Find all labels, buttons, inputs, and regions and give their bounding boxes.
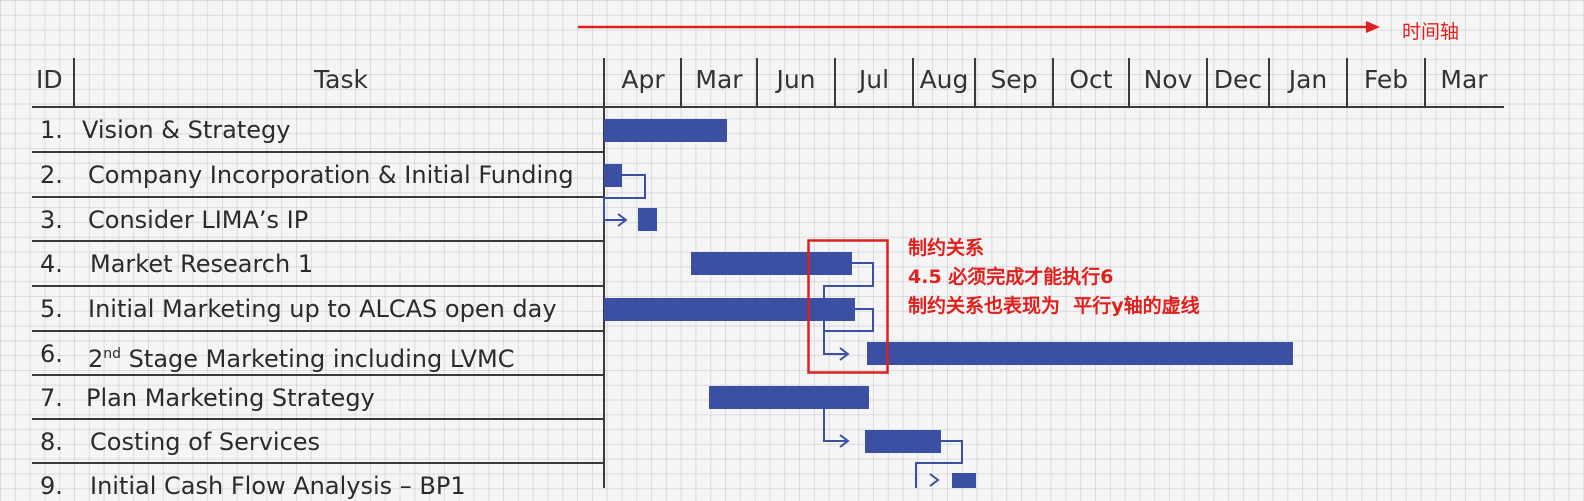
task-bar-8: [865, 430, 941, 453]
gantt-chart: [603, 119, 1293, 488]
task-bar-4: [691, 252, 852, 275]
task-bar-3: [638, 208, 657, 231]
task-bar-9: [952, 473, 976, 488]
task-bar-6: [867, 342, 1293, 365]
task-bar-2: [604, 164, 622, 187]
task-bar-1: [604, 119, 727, 142]
task-bar-5: [604, 298, 855, 321]
annotation-line-1: 制约关系: [908, 237, 985, 259]
annotation-line-3: 制约关系也表现为 平行y轴的虚线: [908, 295, 1200, 317]
arrowhead-8-9: [929, 473, 940, 487]
task-bar-7: [709, 386, 869, 409]
annotation-line-2: 4.5 必须完成才能执行6: [908, 266, 1114, 288]
